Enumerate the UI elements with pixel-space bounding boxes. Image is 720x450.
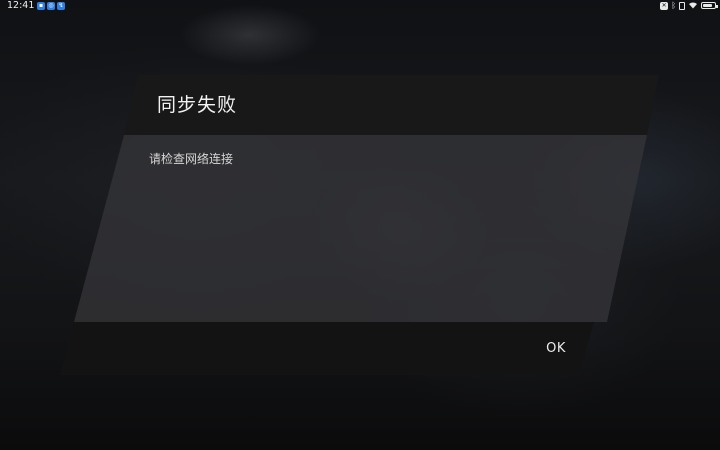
sync-failed-dialog: 同步失败 请检查网络连接 OK (0, 0, 720, 450)
dialog-message: 请检查网络连接 (149, 152, 234, 166)
ok-button[interactable]: OK (532, 337, 580, 361)
screen: 12:41 ▪ ◎ ↯ ✕ ᛒ 同步失败 请检查网络连接 OK (0, 0, 720, 450)
dialog-body (74, 135, 647, 322)
dialog-title: 同步失败 (157, 94, 238, 116)
